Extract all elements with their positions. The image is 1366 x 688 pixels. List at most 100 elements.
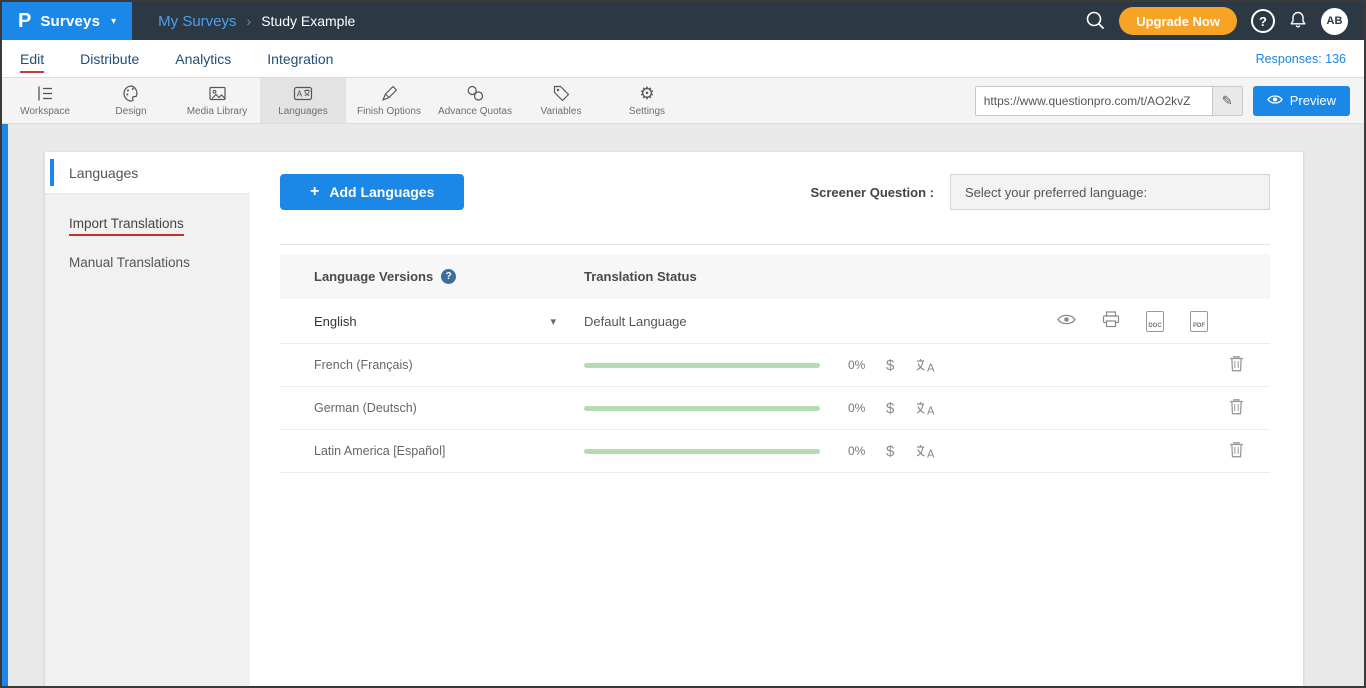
left-accent-strip [2,124,8,686]
chevron-down-icon: ▾ [550,315,556,328]
tab-integration[interactable]: Integration [267,51,333,67]
screener-question-group: Screener Question : Select your preferre… [810,174,1270,210]
side-panel-title: Languages [69,165,138,181]
toolbar-item-advance-quotas[interactable]: Advance Quotas [432,78,518,123]
trash-icon [1229,398,1244,418]
language-row: French (Français) 0% $ A [280,344,1270,387]
paid-translation-icon[interactable]: $ [886,357,894,374]
image-icon [208,84,227,103]
toolbar-item-design[interactable]: Design [88,78,174,123]
workspace-icon [36,84,55,103]
svg-text:A: A [927,361,935,373]
default-language-row: English ▾ Default Language [280,299,1270,344]
edit-toolbar: Workspace Design Media Library A Languag… [2,78,1364,124]
app-window: P Surveys ▾ My Surveys › Study Example U… [0,0,1366,688]
user-avatar[interactable]: AB [1321,8,1348,35]
svg-text:A: A [927,447,935,459]
languages-table: Language Versions ? Translation Status E… [280,244,1270,473]
paid-translation-icon[interactable]: $ [886,443,894,460]
toolbar-item-finish-options[interactable]: Finish Options [346,78,432,123]
questionpro-logo: P [18,10,31,33]
linked-rings-icon [466,84,485,103]
delete-language-button[interactable] [1229,398,1270,418]
toolbar-item-variables[interactable]: Variables [518,78,604,123]
upgrade-now-button[interactable]: Upgrade Now [1119,7,1237,35]
breadcrumb-current: Study Example [261,13,355,29]
table-header-row: Language Versions ? Translation Status [280,254,1270,299]
translation-percent: 0% [848,358,876,372]
screener-question-select[interactable]: Select your preferred language: [950,174,1270,210]
chevron-down-icon: ▾ [111,16,116,27]
print-icon[interactable] [1102,311,1120,331]
sidebar-item-import-translations[interactable]: Import Translations [45,204,250,243]
trash-icon [1229,355,1244,375]
survey-section-nav: Edit Distribute Analytics Integration Re… [2,40,1364,78]
topbar: P Surveys ▾ My Surveys › Study Example U… [2,2,1364,40]
default-language-select[interactable]: English ▾ [280,314,584,329]
topbar-actions: Upgrade Now ? AB [1085,7,1364,35]
delete-language-button[interactable] [1229,441,1270,461]
toolbar-item-settings[interactable]: ⚙ Settings [604,78,690,123]
add-languages-button[interactable]: + Add Languages [280,174,464,210]
col-language-versions: Language Versions ? [280,269,584,284]
product-switcher[interactable]: P Surveys ▾ [2,2,132,40]
sidebar-item-manual-translations[interactable]: Manual Translations [45,243,250,282]
language-name: French (Français) [314,358,413,372]
languages-main: + Add Languages Screener Question : Sele… [250,152,1303,686]
active-section-accent [50,159,54,186]
translate-icon[interactable]: A [916,444,937,459]
gear-icon: ⚙ [639,84,654,103]
preview-button[interactable]: Preview [1253,86,1350,116]
languages-card: Languages Import Translations Manual Tra… [45,152,1303,686]
language-row: Latin America [Español] 0% $ A [280,430,1270,473]
translation-progress-bar [584,363,820,368]
breadcrumb: My Surveys › Study Example [158,13,355,30]
responses-count[interactable]: Responses: 136 [1256,52,1346,66]
default-language-name: English [314,314,357,329]
languages-side-panel: Languages Import Translations Manual Tra… [45,152,250,686]
view-survey-icon[interactable] [1057,313,1076,329]
bell-icon [1289,10,1307,32]
delete-language-button[interactable] [1229,355,1270,375]
tag-icon [552,84,571,103]
default-language-status: Default Language [584,314,687,329]
default-row-actions: DOC PDF [1057,311,1270,332]
toolbar-item-media-library[interactable]: Media Library [174,78,260,123]
svg-text:A: A [297,90,303,99]
language-name: Latin America [Español] [314,444,445,458]
language-rows: French (Français) 0% $ A German (Deutsch… [280,344,1270,473]
breadcrumb-separator-icon: › [247,13,252,29]
survey-url-input[interactable] [976,94,1212,108]
tab-analytics[interactable]: Analytics [175,51,231,67]
translate-icon[interactable]: A [916,358,937,373]
tab-edit[interactable]: Edit [20,51,44,67]
help-icon[interactable]: ? [441,269,456,284]
breadcrumb-my-surveys[interactable]: My Surveys [158,13,236,30]
tab-distribute[interactable]: Distribute [80,51,139,67]
notifications-button[interactable] [1289,10,1307,32]
edit-url-button[interactable]: ✎ [1212,87,1242,115]
translation-percent: 0% [848,444,876,458]
side-panel-body: Import Translations Manual Translations [45,194,250,686]
export-pdf-icon[interactable]: PDF [1190,311,1208,332]
trash-icon [1229,441,1244,461]
toolbar-item-languages[interactable]: A Languages [260,78,346,123]
pen-icon [380,84,399,103]
paid-translation-icon[interactable]: $ [886,400,894,417]
side-panel-header: Languages [45,152,250,194]
svg-text:A: A [927,404,935,416]
toolbar-item-workspace[interactable]: Workspace [2,78,88,123]
product-label: Surveys [40,13,100,30]
translation-progress-bar [584,449,820,454]
translate-box-icon: A [293,84,313,103]
search-icon [1085,10,1105,33]
survey-url-box: ✎ [975,86,1243,116]
translate-icon[interactable]: A [916,401,937,416]
question-mark-icon: ? [1259,14,1267,29]
help-button[interactable]: ? [1251,9,1275,33]
translation-percent: 0% [848,401,876,415]
export-doc-icon[interactable]: DOC [1146,311,1164,332]
col-translation-status: Translation Status [584,269,1270,284]
search-button[interactable] [1085,10,1105,33]
eye-icon [1267,93,1283,108]
